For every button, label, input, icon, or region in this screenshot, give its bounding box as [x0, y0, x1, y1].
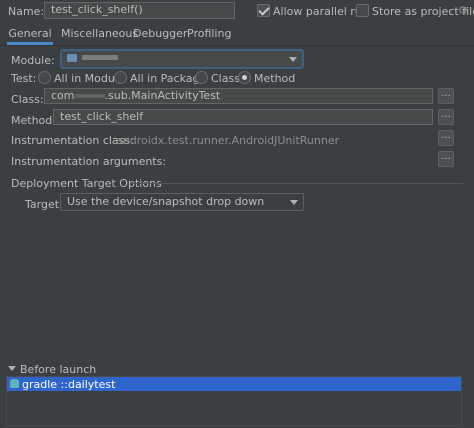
instrumentation-class-browse-button[interactable]: ... — [438, 130, 454, 146]
method-value: test_click_shelf — [60, 110, 144, 123]
collapse-triangle-icon — [8, 366, 16, 371]
class-label: Class: — [11, 93, 44, 106]
class-field[interactable]: com .sub.MainActivityTest — [44, 88, 433, 104]
before-launch-title: Before launch — [20, 363, 97, 376]
before-launch-header[interactable]: Before launch — [8, 363, 308, 377]
target-label: Target: — [25, 198, 63, 211]
name-value: test_click_shelf() — [51, 3, 143, 16]
module-label: Module: — [11, 54, 55, 67]
allow-parallel-checkbox[interactable] — [257, 4, 270, 17]
deployment-separator — [131, 183, 463, 184]
module-folder-icon — [67, 54, 77, 62]
name-field[interactable]: test_click_shelf() — [44, 2, 235, 19]
target-combo[interactable]: Use the device/snapshot drop down — [60, 193, 304, 211]
test-radio-class[interactable] — [195, 71, 208, 84]
instrumentation-arguments-browse-button[interactable]: ... — [438, 151, 454, 167]
class-value-redacted — [74, 94, 105, 98]
test-radio-all-in-module[interactable] — [38, 71, 51, 84]
allow-parallel-label: Allow parallel run — [273, 5, 369, 18]
test-option-method: Method — [254, 72, 296, 85]
module-combo[interactable] — [60, 49, 304, 69]
tab-profiling[interactable]: Profiling — [187, 27, 231, 45]
name-label: Name: — [8, 5, 45, 18]
before-launch-item-label: gradle ::dailytest — [22, 378, 116, 391]
method-label: Method: — [11, 114, 56, 127]
test-radio-method[interactable] — [238, 71, 251, 84]
target-value: Use the device/snapshot drop down — [67, 195, 265, 208]
target-dropdown-arrow — [290, 200, 298, 205]
test-radio-all-in-package[interactable] — [114, 71, 127, 84]
class-value-prefix: com — [51, 89, 75, 102]
test-option-class: Class — [211, 72, 240, 85]
tab-debugger[interactable]: Debugger — [133, 27, 187, 45]
settings-gear-icon[interactable]: ⚙ — [458, 4, 468, 17]
list-item[interactable]: gradle ::dailytest — [7, 377, 461, 391]
tab-divider — [0, 45, 474, 46]
method-field[interactable]: test_click_shelf — [53, 109, 433, 125]
class-value-suffix: .sub.MainActivityTest — [104, 89, 221, 102]
instrumentation-class-value: androidx.test.runner.AndroidJUnitRunner — [116, 134, 340, 147]
test-label: Test: — [11, 72, 37, 85]
class-browse-button[interactable]: ... — [438, 88, 454, 104]
module-name-redacted — [82, 55, 118, 60]
module-dropdown-arrow — [289, 57, 297, 62]
tab-general[interactable]: General — [7, 27, 53, 45]
before-launch-list: gradle ::dailytest — [6, 376, 462, 426]
tab-miscellaneous[interactable]: Miscellaneous — [61, 27, 138, 45]
method-browse-button[interactable]: ... — [438, 109, 454, 125]
gradle-elephant-icon — [10, 379, 19, 388]
store-project-checkbox[interactable] — [356, 4, 369, 17]
instrumentation-arguments-label: Instrumentation arguments: — [11, 155, 167, 168]
